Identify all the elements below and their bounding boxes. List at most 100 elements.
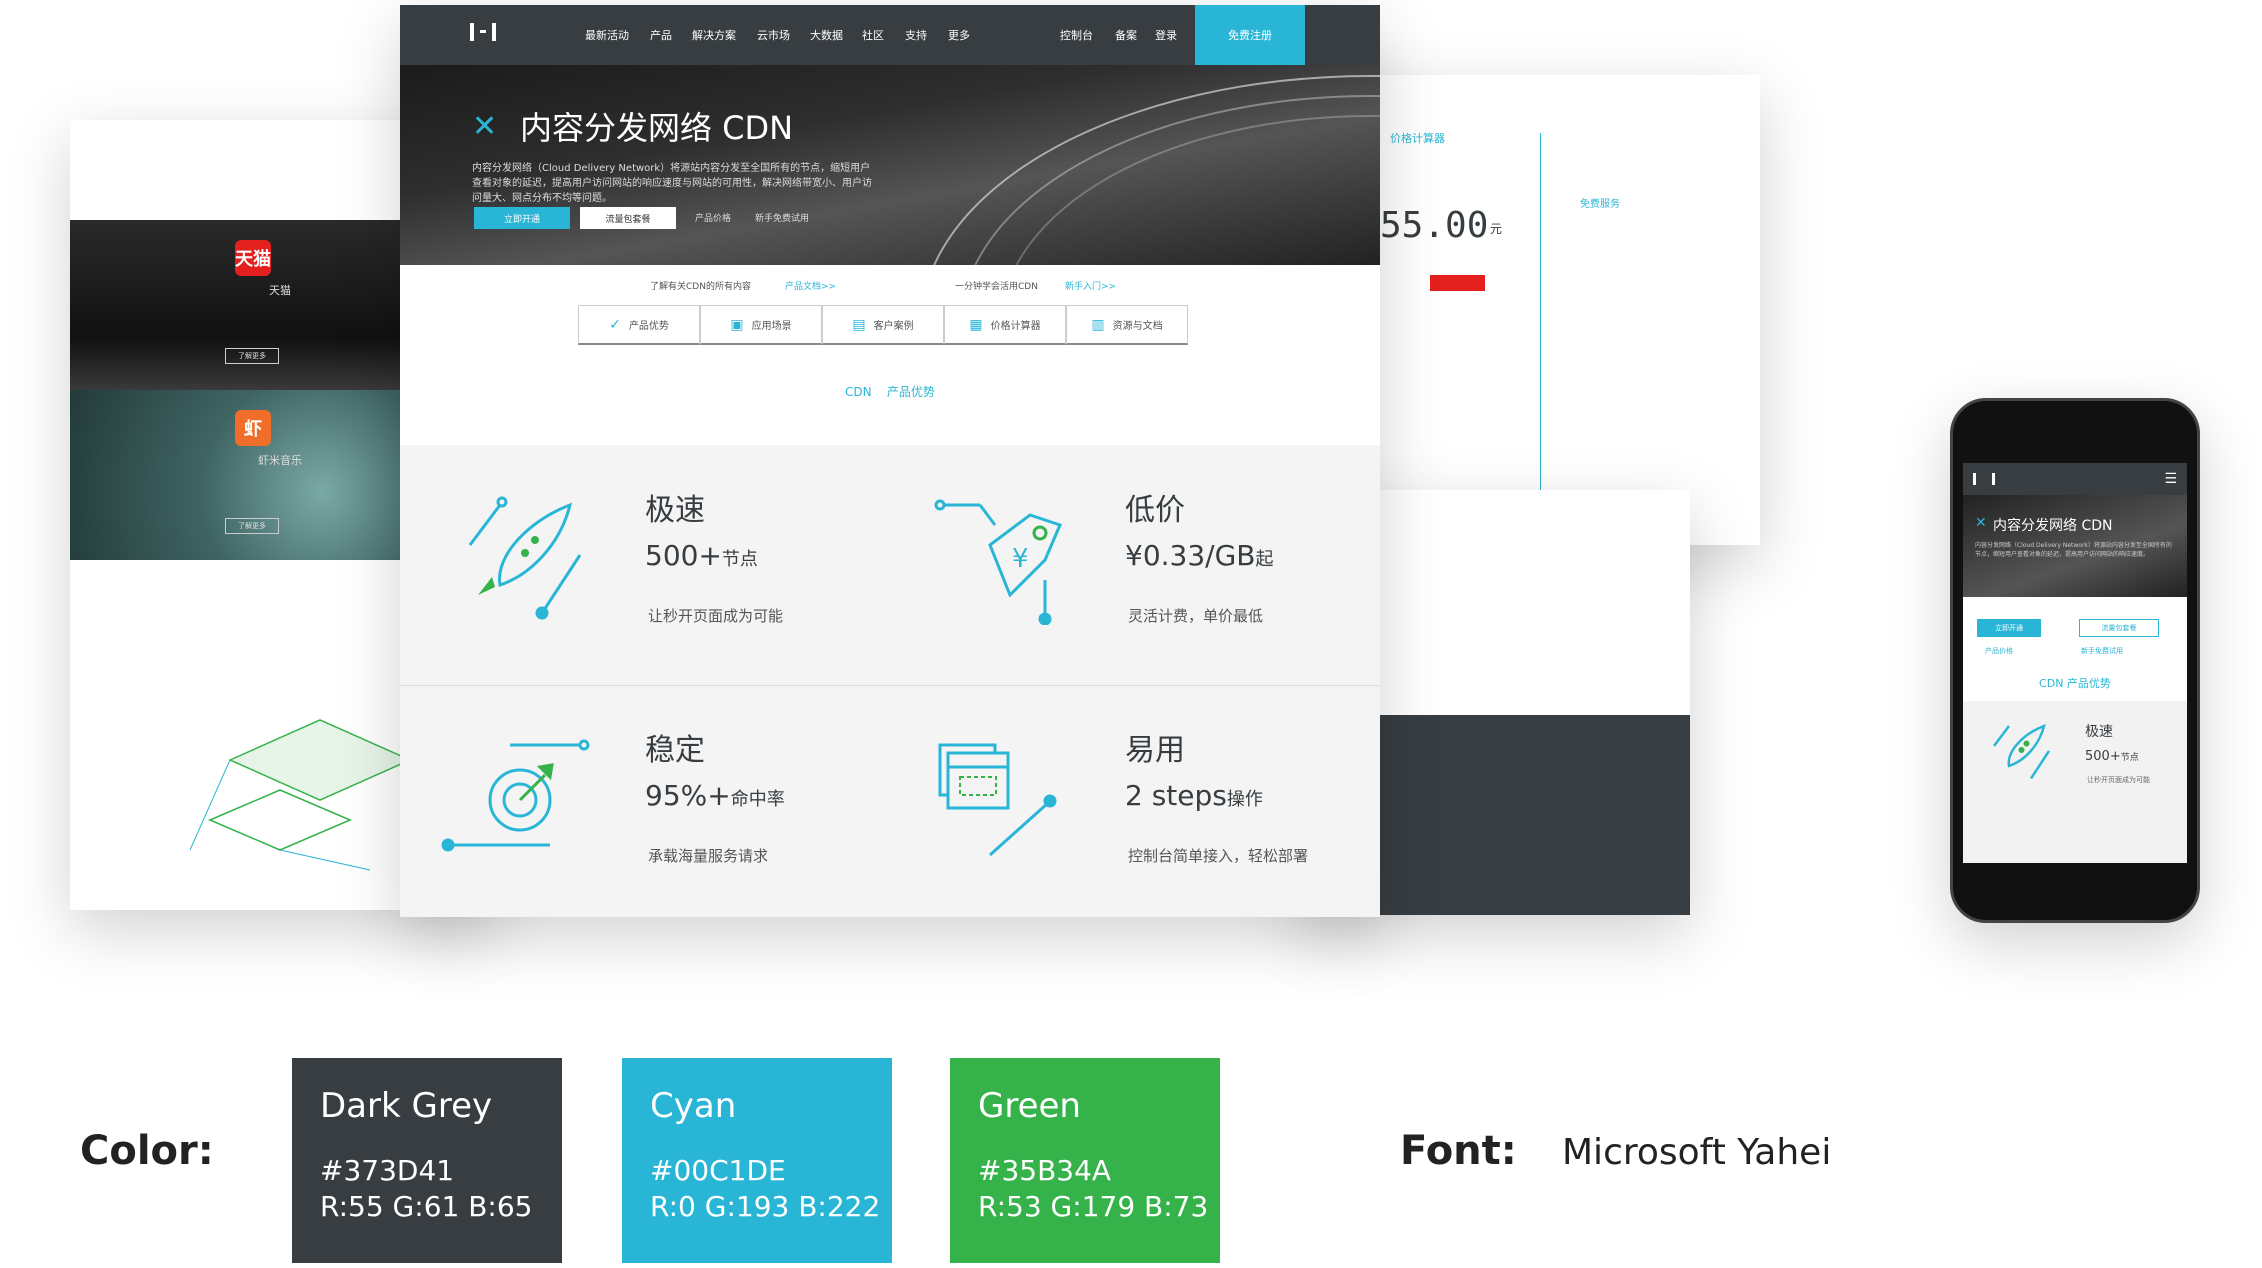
phone-feature-title: 极速	[2085, 724, 2113, 740]
doc-icon: ▥	[1091, 316, 1105, 333]
crumb-advantages: 产品优势	[886, 385, 935, 399]
phone-hero-description: 内容分发网络（Cloud Delivery Network）将源站内容分发至全国…	[1975, 542, 2172, 558]
tab-scenarios[interactable]: ▣ 应用场景	[700, 305, 822, 345]
phone-package-button[interactable]: 流量包套餐	[2079, 619, 2159, 637]
nav-item-community[interactable]: 社区	[862, 27, 884, 43]
feature-value: 500+节点	[645, 539, 758, 572]
calculator-icon: ▦	[969, 316, 983, 333]
tab-docs[interactable]: ▥ 资源与文档	[1066, 305, 1188, 345]
tmall-more-button[interactable]: 了解更多	[225, 348, 279, 364]
calculator-title: 价格计算器	[1390, 132, 1445, 145]
docs-link[interactable]: 产品文档>>	[785, 279, 836, 292]
swatch-hex: #35B34A	[978, 1154, 1112, 1187]
phone-hero: ✕ 内容分发网络 CDN 内容分发网络（Cloud Delivery Netwo…	[1963, 495, 2187, 597]
feature-stable: 稳定 95%+命中率 承载海量服务请求	[400, 685, 830, 885]
trial-link[interactable]: 新手免费试用	[755, 211, 809, 224]
feature-value: 95%+命中率	[645, 779, 785, 812]
value-number: 95%+	[645, 779, 731, 812]
mobile-phone-mockup: ☰ ✕ 内容分发网络 CDN 内容分发网络（Cloud Delivery Net…	[1950, 398, 2200, 923]
top-navigation: 最新活动 产品 解决方案 云市场 大数据 社区 支持 更多 控制台 备案 登录 …	[400, 5, 1380, 65]
font-label: Font:	[1400, 1128, 1517, 1174]
swatch-dark-grey: Dark Grey #373D41 R:55 G:61 B:65	[292, 1058, 562, 1263]
nav-item-filing[interactable]: 备案	[1115, 27, 1137, 43]
nav-item-products[interactable]: 产品	[650, 27, 672, 43]
font-name: Microsoft Yahei	[1562, 1132, 1832, 1173]
info-text-2: 一分钟学会活用CDN	[955, 282, 1038, 292]
feature-description: 灵活计费，单价最低	[1128, 607, 1264, 625]
value-unit: 起	[1255, 549, 1274, 570]
free-services-title: 免费服务	[1580, 199, 1620, 210]
section-breadcrumb: CDN 产品优势	[400, 383, 1380, 400]
swatch-rgb: R:53 G:179 B:73	[978, 1190, 1209, 1223]
nav-item-console[interactable]: 控制台	[1060, 27, 1093, 43]
tab-label: 价格计算器	[990, 321, 1041, 332]
tab-cases[interactable]: ▤ 客户案例	[822, 305, 944, 345]
crumb-cdn: CDN	[845, 385, 872, 399]
feature-title: 低价	[1125, 493, 1185, 528]
swatch-rgb: R:55 G:61 B:65	[320, 1190, 533, 1223]
nav-item-solutions[interactable]: 解决方案	[692, 27, 736, 43]
open-now-button[interactable]: 立即开通	[474, 207, 570, 229]
xiami-more-button[interactable]: 了解更多	[225, 518, 279, 534]
feature-price: ¥ 低价 ¥0.33/GB起 灵活计费，单价最低	[880, 445, 1310, 645]
price-display: 55.00	[1380, 205, 1489, 246]
swatch-name: Cyan	[650, 1086, 737, 1126]
value-unit: 节点	[2120, 753, 2139, 763]
feature-speed: 极速 500+节点 让秒开页面成为可能	[400, 445, 830, 645]
nav-item-market[interactable]: 云市场	[757, 27, 790, 43]
value-unit: 命中率	[730, 789, 785, 810]
cdn-logo-icon: ✕	[1975, 515, 1987, 531]
xiami-logo: 虾	[235, 410, 271, 446]
tab-advantages[interactable]: ✓ 产品优势	[578, 305, 700, 345]
info-row: 了解有关CDN的所有内容 产品文档>> 一分钟学会活用CDN 新手入门>>	[400, 275, 1380, 295]
buy-button[interactable]	[1430, 275, 1485, 291]
feature-value: ¥0.33/GB起	[1125, 539, 1274, 572]
tab-label: 资源与文档	[1112, 321, 1163, 332]
feature-description: 让秒开页面成为可能	[648, 607, 784, 625]
hero-banner: ✕ 内容分发网络 CDN 内容分发网络（Cloud Delivery Netwo…	[400, 65, 1380, 265]
value-number: 500+	[2085, 749, 2121, 764]
swatch-hex: #373D41	[320, 1154, 455, 1187]
feature-title: 极速	[645, 493, 705, 528]
value-number: 2 steps	[1125, 779, 1227, 812]
phone-price-link[interactable]: 产品价格	[1985, 646, 2013, 656]
phone-hero-title: 内容分发网络 CDN	[1993, 518, 2113, 534]
phone-feature-speed: 极速 500+节点 让秒开页面成为可能	[1963, 701, 2187, 863]
feature-description: 承载海量服务请求	[648, 847, 769, 865]
value-unit: 节点	[721, 549, 758, 570]
nav-item-more[interactable]: 更多	[948, 27, 970, 43]
feature-title: 稳定	[645, 733, 705, 768]
nav-item-login[interactable]: 登录	[1155, 27, 1177, 43]
price-link[interactable]: 产品价格	[695, 211, 731, 224]
phone-feature-value: 500+节点	[2085, 749, 2139, 764]
menu-icon[interactable]: ☰	[2164, 471, 2177, 487]
value-unit: 操作	[1226, 789, 1263, 810]
register-button[interactable]: 免费注册	[1195, 5, 1305, 65]
tab-calculator[interactable]: ▦ 价格计算器	[944, 305, 1066, 345]
phone-screen: ☰ ✕ 内容分发网络 CDN 内容分发网络（Cloud Delivery Net…	[1963, 463, 2187, 863]
rocket-icon	[1993, 723, 2051, 780]
feature-value: 2 steps操作	[1125, 779, 1263, 812]
scenario-icon: ▣	[730, 316, 744, 333]
nav-item-support[interactable]: 支持	[905, 27, 927, 43]
feature-description: 控制台简单接入，轻松部署	[1128, 847, 1309, 865]
main-page-mockup: 最新活动 产品 解决方案 云市场 大数据 社区 支持 更多 控制台 备案 登录 …	[400, 5, 1380, 917]
swatch-name: Green	[978, 1086, 1081, 1126]
phone-trial-link[interactable]: 新手免费试用	[2081, 646, 2123, 656]
nav-item-events[interactable]: 最新活动	[585, 27, 629, 43]
svg-text:¥: ¥	[1012, 544, 1029, 574]
package-button[interactable]: 流量包套餐	[580, 207, 676, 229]
swatch-name: Dark Grey	[320, 1086, 493, 1126]
phone-open-button[interactable]: 立即开通	[1977, 619, 2041, 637]
info-text-1: 了解有关CDN的所有内容	[650, 282, 751, 292]
aliyun-logo[interactable]	[470, 23, 496, 41]
value-number: 500+	[645, 539, 722, 572]
swatch-green: Green #35B34A R:53 G:179 B:73	[950, 1058, 1220, 1263]
phone-feature-description: 让秒开页面成为可能	[2087, 776, 2150, 784]
getting-started-link[interactable]: 新手入门>>	[1065, 279, 1116, 292]
hero-description: 内容分发网络（Cloud Delivery Network）将源站内容分发至全国…	[472, 163, 872, 204]
nav-item-bigdata[interactable]: 大数据	[810, 27, 843, 43]
price-tag-icon: ¥	[934, 499, 1063, 625]
aliyun-logo[interactable]	[1973, 473, 1995, 485]
cdn-logo-icon: ✕	[472, 109, 498, 144]
